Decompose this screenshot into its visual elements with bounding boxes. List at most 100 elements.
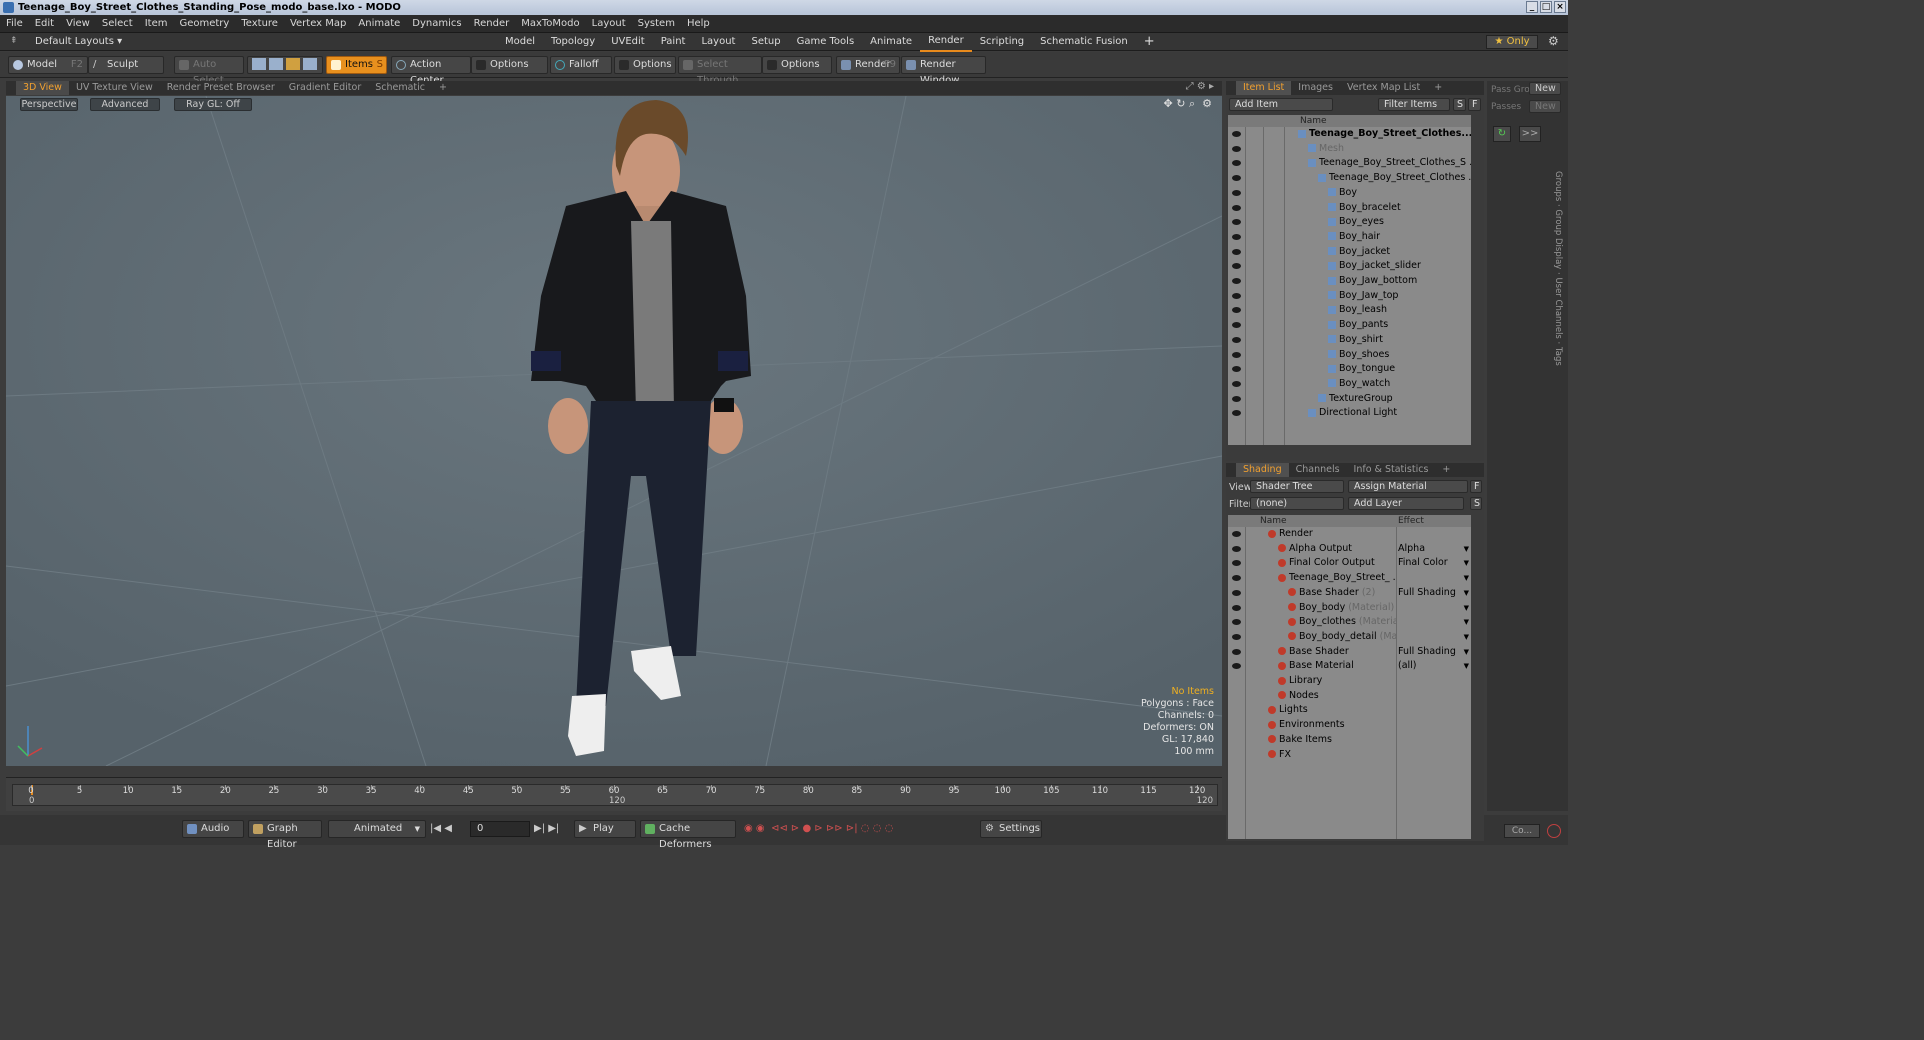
- shader-tree-row[interactable]: Alpha Output Alpha ▼: [1228, 542, 1471, 557]
- vertices-icon[interactable]: [252, 58, 266, 70]
- shader-tree-row[interactable]: Nodes: [1228, 689, 1471, 704]
- tab-model[interactable]: Model: [497, 33, 543, 51]
- menu-system[interactable]: System: [632, 15, 681, 33]
- shader-tree-row[interactable]: FX: [1228, 748, 1471, 763]
- effect-dropdown-icon[interactable]: ▼: [1464, 659, 1469, 674]
- item-list-row[interactable]: Boy_jacket_slider: [1228, 259, 1471, 274]
- tab-scripting[interactable]: Scripting: [972, 33, 1032, 51]
- render-window-button[interactable]: Render Window: [901, 56, 986, 86]
- play-button[interactable]: ▶ Play: [574, 820, 636, 838]
- menu-layout[interactable]: Layout: [586, 15, 632, 33]
- only-button[interactable]: ★ Only: [1486, 35, 1538, 49]
- add-layer-dropdown[interactable]: Add Layer: [1348, 497, 1464, 510]
- menu-dynamics[interactable]: Dynamics: [406, 15, 467, 33]
- tab-group-display[interactable]: Group Display: [1553, 209, 1563, 269]
- item-list-row[interactable]: Boy_tongue: [1228, 362, 1471, 377]
- model-button[interactable]: Model F2: [8, 56, 88, 74]
- menu-texture[interactable]: Texture: [235, 15, 284, 33]
- eye-icon[interactable]: [1232, 307, 1241, 314]
- eye-icon[interactable]: [1232, 131, 1241, 137]
- options-button-2[interactable]: Options: [614, 56, 676, 74]
- eye-icon[interactable]: [1232, 560, 1241, 567]
- shader-tree-row[interactable]: Final Color Output Final Color ▼: [1228, 556, 1471, 571]
- tab-groups[interactable]: Groups: [1553, 171, 1563, 201]
- eye-icon[interactable]: [1232, 263, 1241, 270]
- shader-tree-row[interactable]: Boy_body (Material) ▼: [1228, 601, 1471, 616]
- menu-select[interactable]: Select: [96, 15, 139, 33]
- shader-tree-row[interactable]: Boy_body_detail(Ma... ▼: [1228, 630, 1471, 645]
- eye-icon[interactable]: [1232, 531, 1241, 537]
- item-list-row[interactable]: Boy_eyes: [1228, 215, 1471, 230]
- menu-item[interactable]: Item: [139, 15, 174, 33]
- menu-help[interactable]: Help: [681, 15, 716, 33]
- tab-uv-texture-view[interactable]: UV Texture View: [69, 81, 160, 95]
- menu-vertex-map[interactable]: Vertex Map: [284, 15, 352, 33]
- effect-dropdown-icon[interactable]: ▼: [1464, 601, 1469, 616]
- settings-button[interactable]: ⚙ Settings: [980, 820, 1042, 838]
- tab-render[interactable]: Render: [920, 32, 972, 52]
- eye-icon[interactable]: [1232, 410, 1241, 417]
- view-dropdown[interactable]: Shader Tree: [1250, 480, 1344, 493]
- tab-item-list[interactable]: Item List: [1236, 81, 1292, 95]
- 3d-viewport[interactable]: Perspective Advanced Ray GL: Off ✥ ↻ ⌕ ⚙…: [6, 96, 1222, 766]
- default-layouts-dropdown[interactable]: Default Layouts ▾: [35, 33, 122, 51]
- navigation-icons[interactable]: ✥ ↻ ⌕ ⚙: [1164, 97, 1212, 111]
- item-list-row[interactable]: Boy_jacket: [1228, 245, 1471, 260]
- viewport-controls-icon[interactable]: ⤢ ⚙ ▸: [1186, 81, 1214, 92]
- add-item-dropdown[interactable]: Add Item: [1229, 98, 1333, 111]
- shader-tree-row[interactable]: Base Shader Full Shading ▼: [1228, 645, 1471, 660]
- menu-edit[interactable]: Edit: [29, 15, 60, 33]
- item-list-row[interactable]: Boy_Jaw_top: [1228, 289, 1471, 304]
- render-button[interactable]: Render F9: [836, 56, 900, 74]
- falloff-button[interactable]: Falloff: [550, 56, 612, 74]
- add-view-tab-button[interactable]: +: [432, 81, 454, 95]
- tab-images[interactable]: Images: [1291, 81, 1340, 95]
- eye-icon[interactable]: [1232, 248, 1241, 255]
- timeline-ruler[interactable]: 0 5 10 15 20 25 30 35 40 45 50 55 60 65 70 75 80 85 90 95 10…: [12, 784, 1218, 806]
- stop-icon[interactable]: [1547, 824, 1561, 838]
- effect-value[interactable]: Full Shading: [1398, 645, 1456, 660]
- tab-schematic-fusion[interactable]: Schematic Fusion: [1032, 33, 1136, 51]
- eye-icon[interactable]: [1232, 189, 1241, 196]
- item-list-row[interactable]: Boy_shirt: [1228, 333, 1471, 348]
- add-tab-button[interactable]: +: [1136, 33, 1163, 51]
- shader-tree-row[interactable]: Lights: [1228, 703, 1471, 718]
- tab-animate[interactable]: Animate: [862, 33, 920, 51]
- options-button-1[interactable]: Options: [471, 56, 548, 74]
- f-button-shading[interactable]: F: [1470, 480, 1482, 493]
- action-center-button[interactable]: Action Center: [391, 56, 471, 86]
- tab-channels[interactable]: Channels: [1289, 463, 1347, 477]
- eye-icon[interactable]: [1232, 160, 1241, 167]
- shader-tree-row[interactable]: Bake Items: [1228, 733, 1471, 748]
- edges-icon[interactable]: [269, 58, 283, 70]
- menu-render[interactable]: Render: [468, 15, 516, 33]
- tab-vertex-map-list[interactable]: Vertex Map List: [1340, 81, 1427, 95]
- item-list-row[interactable]: Teenage_Boy_Street_Clothes...: [1228, 127, 1471, 142]
- eye-icon[interactable]: [1232, 145, 1241, 152]
- shader-tree-row[interactable]: Boy_clothes(Material) ▼: [1228, 615, 1471, 630]
- add-shading-tab-button[interactable]: +: [1435, 463, 1457, 477]
- eye-icon[interactable]: [1232, 351, 1241, 358]
- item-list-row[interactable]: Boy_Jaw_bottom: [1228, 274, 1471, 289]
- maximize-button[interactable]: □: [1540, 1, 1552, 13]
- tab-info-statistics[interactable]: Info & Statistics: [1347, 463, 1436, 477]
- eye-icon[interactable]: [1232, 380, 1241, 387]
- s-button-shading[interactable]: S: [1470, 497, 1482, 510]
- effect-dropdown-icon[interactable]: ▼: [1464, 645, 1469, 660]
- items-button[interactable]: Items S: [326, 56, 387, 74]
- filter-items-input[interactable]: Filter Items: [1378, 98, 1450, 111]
- tab-shading[interactable]: Shading: [1236, 463, 1289, 477]
- eye-icon[interactable]: [1232, 633, 1241, 640]
- s-button[interactable]: S: [1453, 98, 1466, 111]
- effect-value[interactable]: (all): [1398, 659, 1417, 674]
- eye-icon[interactable]: [1232, 233, 1241, 240]
- timeline[interactable]: 0 5 10 15 20 25 30 35 40 45 50 55 60 65 70 75 80 85 90 95 10…: [6, 777, 1222, 811]
- transport-forward-icons[interactable]: ▶| ▶|: [534, 823, 559, 834]
- item-list-row[interactable]: Boy_bracelet: [1228, 201, 1471, 216]
- eye-icon[interactable]: [1232, 204, 1241, 211]
- animated-dropdown[interactable]: Animated ▼: [328, 820, 426, 838]
- auto-select-button[interactable]: Auto Select: [174, 56, 244, 86]
- effect-dropdown-icon[interactable]: ▼: [1464, 615, 1469, 630]
- advanced-button[interactable]: Advanced: [90, 98, 160, 111]
- eye-icon[interactable]: [1232, 648, 1241, 655]
